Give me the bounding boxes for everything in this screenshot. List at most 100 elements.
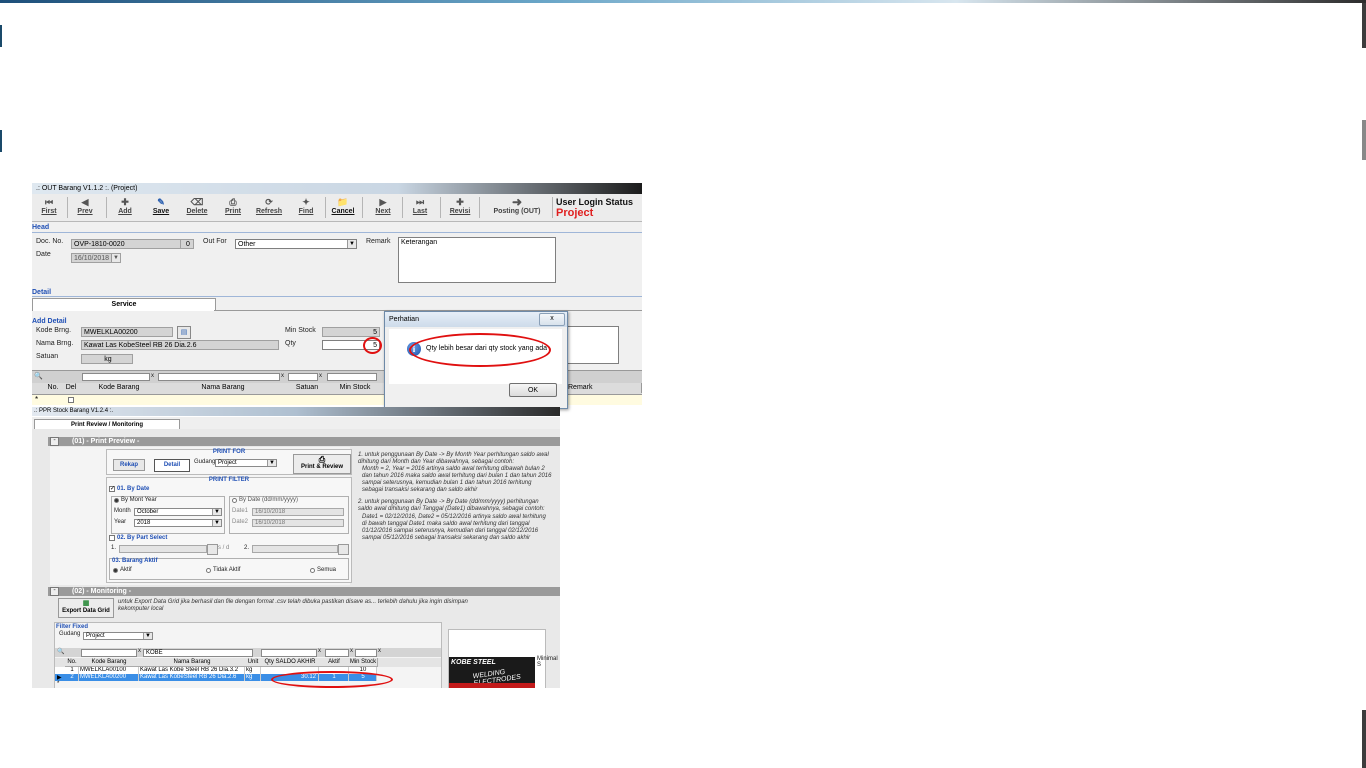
- dialog-close-button[interactable]: x: [539, 313, 565, 326]
- clear-filter-icon[interactable]: x: [281, 373, 284, 379]
- add-detail-section-label: Add Detail: [32, 318, 67, 325]
- by-part-label: 02. By Part Select: [117, 535, 168, 541]
- print-button[interactable]: ⎙ Print: [216, 196, 250, 219]
- print-review-button[interactable]: ⎙ Print & Review: [293, 454, 351, 474]
- delete-button[interactable]: ⌫ Delete: [180, 196, 214, 219]
- min-stock-field: 5: [322, 327, 380, 337]
- printer-icon: ⎙: [318, 455, 326, 464]
- revisi-icon: ✚: [456, 197, 464, 207]
- remark-textarea[interactable]: Keterangan: [398, 237, 556, 283]
- month-label: Month: [114, 508, 131, 514]
- date2-picker[interactable]: 16/10/2018: [252, 519, 344, 527]
- doc-no-field[interactable]: OVP-1810-0020: [71, 239, 181, 249]
- clear-filter-icon[interactable]: x: [319, 373, 322, 379]
- chevron-down-icon: ▼: [143, 633, 152, 639]
- date1-picker[interactable]: 16/10/2018: [252, 508, 344, 516]
- refresh-button[interactable]: ⟳ Refresh: [252, 196, 286, 219]
- nama-brng-label: Nama Brng.: [36, 340, 74, 347]
- clear-filter-icon[interactable]: x: [378, 648, 381, 654]
- prev-button[interactable]: ◀ Prev: [68, 196, 102, 219]
- export-data-grid-button[interactable]: ▦ Export Data Grid: [58, 598, 114, 618]
- toolbar-separator: [106, 197, 107, 218]
- by-date-range-radio[interactable]: [232, 498, 237, 503]
- filter-gudang-select[interactable]: Project ▼: [83, 632, 153, 640]
- filter-nama-input[interactable]: [158, 373, 280, 381]
- clear-filter-icon[interactable]: x: [350, 648, 353, 654]
- detail-remark-area[interactable]: [566, 326, 619, 364]
- chevron-down-icon: ▼: [212, 520, 221, 526]
- filter-fixed-label: Filter Fixed: [56, 624, 89, 630]
- filter-satuan-input[interactable]: [288, 373, 318, 381]
- by-part-checkbox[interactable]: [109, 535, 115, 541]
- part2-lookup-button[interactable]: [338, 544, 349, 555]
- last-button[interactable]: ⏭ Last: [403, 196, 437, 219]
- by-month-year-radio[interactable]: [114, 498, 119, 503]
- by-month-year-group: By Mont Year Month October ▼ Year 2018 ▼: [111, 496, 225, 534]
- year-select[interactable]: 2018 ▼: [134, 519, 222, 527]
- semua-radio[interactable]: [310, 568, 315, 573]
- filter-kode-input[interactable]: [81, 649, 137, 657]
- del-checkbox[interactable]: [68, 397, 74, 403]
- section-print-preview-header[interactable]: (01) - Print Preview -: [48, 437, 560, 446]
- print-filter-group: PRINT FILTER ✓ 01. By Date By Mont Year …: [106, 477, 352, 583]
- part1-field[interactable]: [119, 545, 207, 553]
- next-icon: ▶: [379, 197, 387, 207]
- filter-aktif-input[interactable]: [325, 649, 349, 657]
- grid-col-min-stock: Min Stock: [326, 383, 385, 393]
- kobe-steel-logo: KOBE STEEL WELDING ELECTRODES: [449, 657, 535, 688]
- collapse-icon[interactable]: -: [50, 587, 59, 596]
- filter-qty-input[interactable]: [261, 649, 317, 657]
- doc-no-count: 0: [180, 239, 194, 249]
- posting-out-button[interactable]: ➜ Posting (OUT): [483, 196, 551, 219]
- date2-label: Date2: [232, 519, 249, 525]
- delete-icon: ⌫: [190, 197, 204, 207]
- qty-highlight-ring: [363, 337, 382, 354]
- kode-brng-field[interactable]: MWELKLA00200: [81, 327, 173, 337]
- first-button[interactable]: ⏮ First: [32, 196, 66, 219]
- month-select[interactable]: October ▼: [134, 508, 222, 516]
- row-pointer-icon: ▶: [57, 675, 62, 681]
- filter-nama-input[interactable]: KOBE: [143, 649, 253, 657]
- refresh-icon: ⟳: [265, 197, 273, 207]
- section-monitoring-header[interactable]: (02) - Monitoring -: [48, 587, 560, 596]
- tab-service[interactable]: Service: [32, 298, 216, 311]
- collapse-icon[interactable]: -: [50, 437, 59, 446]
- part2-field[interactable]: [252, 545, 338, 553]
- printer-icon: ⎙: [229, 197, 237, 207]
- usage-note-1: 1. untuk penggunaan By Date -> By Month …: [358, 452, 549, 465]
- usage-note-2-example: Date1 = 02/12/2016, Date2 = 05/12/2016 a…: [362, 514, 546, 541]
- date-picker[interactable]: 16/10/2018 ▼: [71, 253, 121, 263]
- grid-col-del: Del: [62, 383, 81, 393]
- clear-filter-icon[interactable]: x: [318, 648, 321, 654]
- ok-button[interactable]: OK: [509, 383, 557, 397]
- next-button[interactable]: ▶ Next: [366, 196, 400, 219]
- filter-min-stock-input[interactable]: [327, 373, 377, 381]
- rekap-button[interactable]: Rekap: [113, 459, 145, 471]
- gudang-select[interactable]: Project ▼: [215, 459, 277, 467]
- new-row-marker: *: [35, 395, 39, 404]
- remark-label: Remark: [366, 238, 391, 245]
- filter-kode-input[interactable]: [82, 373, 150, 381]
- filter-gudang-label: Gudang: [59, 631, 81, 637]
- out-for-select[interactable]: Other ▼: [235, 239, 357, 249]
- clear-filter-icon[interactable]: x: [138, 648, 141, 654]
- filter-min-input[interactable]: [355, 649, 377, 657]
- close-icon: x: [550, 315, 554, 322]
- grid-col-unit: Unit: [245, 658, 262, 667]
- monitoring-panel: Filter Fixed Gudang Project ▼ 🔍 x KOBE x …: [54, 622, 442, 688]
- add-button[interactable]: ✚ Add: [108, 196, 142, 219]
- revisi-button[interactable]: ✚ Revisi: [443, 196, 477, 219]
- search-icon: 🔍: [57, 649, 65, 655]
- by-date-checkbox[interactable]: ✓: [109, 486, 115, 492]
- row-unit: kg: [245, 674, 261, 681]
- detail-button[interactable]: Detail: [154, 459, 190, 472]
- cancel-button[interactable]: 📁 Cancel: [326, 196, 360, 219]
- lookup-button[interactable]: ▤: [177, 326, 191, 339]
- by-date-range-group: By Date (dd/mm/yyyy) Date1 16/10/2018 Da…: [229, 496, 349, 534]
- part1-lookup-button[interactable]: [207, 544, 218, 555]
- find-button[interactable]: ✦ Find: [289, 196, 323, 219]
- clear-filter-icon[interactable]: x: [151, 373, 154, 379]
- aktif-radio[interactable]: [113, 568, 118, 573]
- tidak-aktif-radio[interactable]: [206, 568, 211, 573]
- save-button[interactable]: ✎ Save: [144, 196, 178, 219]
